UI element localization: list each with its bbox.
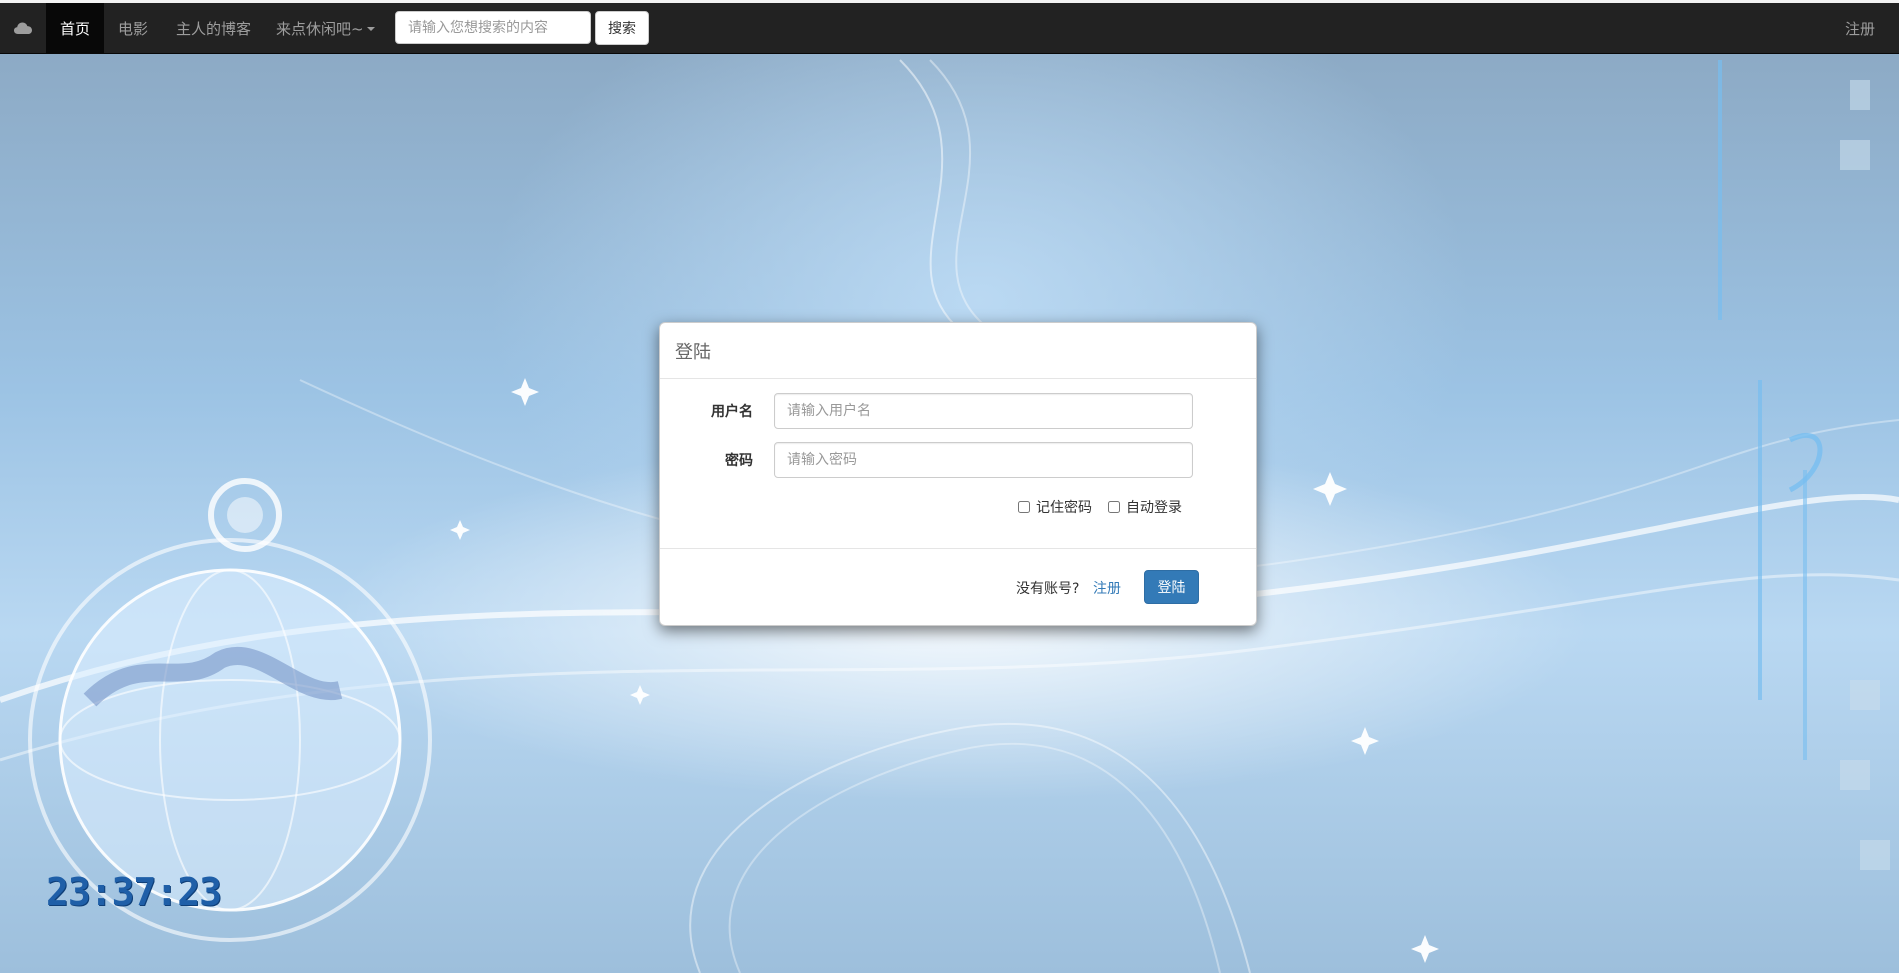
- username-input[interactable]: [774, 393, 1193, 429]
- nav-item-movies[interactable]: 电影: [118, 3, 148, 53]
- password-input[interactable]: [774, 442, 1193, 478]
- auto-login-checkbox[interactable]: [1108, 501, 1120, 513]
- brand-logo[interactable]: [0, 3, 46, 53]
- nav-item-blog-label: 主人的博客: [176, 19, 252, 38]
- remember-password-label: 记住密码: [1036, 500, 1092, 516]
- nav-register-label: 注册: [1844, 19, 1875, 38]
- register-link[interactable]: 注册: [1093, 549, 1121, 627]
- login-options: 记住密码 自动登录: [660, 496, 1256, 518]
- nav-item-leisure-label: 来点休闲吧~: [276, 19, 364, 38]
- login-modal-title: 登陆: [675, 341, 711, 363]
- remember-password-option[interactable]: 记住密码: [1018, 496, 1092, 518]
- username-row: 用户名: [660, 393, 1256, 429]
- nav-item-movies-label: 电影: [118, 19, 149, 38]
- password-label: 密码: [725, 453, 753, 469]
- no-account-text: 没有账号?: [1016, 581, 1080, 597]
- username-label: 用户名: [711, 404, 753, 420]
- caret-down-icon: [366, 27, 375, 31]
- login-modal: 登陆 用户名 密码 记住密码 自动登录 没有账号? 注册 登陆: [659, 322, 1257, 626]
- nav-item-home-label: 首页: [59, 19, 90, 38]
- digital-clock: 23:37:23: [46, 870, 222, 914]
- login-button[interactable]: 登陆: [1144, 570, 1199, 604]
- search-input[interactable]: [395, 11, 591, 44]
- navbar: 首页 电影 主人的博客 来点休闲吧~ 搜索 注册: [0, 3, 1899, 54]
- nav-item-home[interactable]: 首页: [46, 3, 104, 53]
- login-modal-footer: 没有账号? 注册 登陆: [660, 548, 1256, 626]
- nav-item-blog[interactable]: 主人的博客: [176, 3, 251, 53]
- nav-register-link[interactable]: 注册: [1845, 3, 1875, 53]
- cloud-icon: [14, 22, 32, 34]
- login-modal-header: 登陆: [660, 323, 1256, 379]
- search-button[interactable]: 搜索: [595, 11, 649, 45]
- auto-login-option[interactable]: 自动登录: [1108, 496, 1182, 518]
- auto-login-label: 自动登录: [1126, 500, 1182, 516]
- nav-item-leisure-dropdown[interactable]: 来点休闲吧~: [276, 3, 375, 53]
- password-row: 密码: [660, 442, 1256, 478]
- remember-password-checkbox[interactable]: [1018, 501, 1030, 513]
